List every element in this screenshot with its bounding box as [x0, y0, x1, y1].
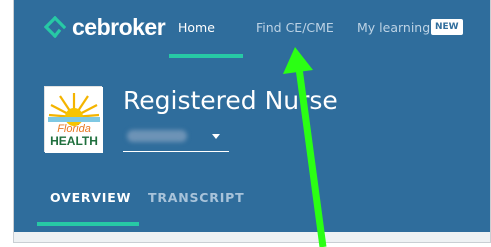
florida-health-logo: Florida HEALTH [44, 86, 103, 153]
content-strip [14, 232, 490, 242]
tab-active-indicator [37, 222, 139, 226]
profile-header: Florida HEALTH Registered Nurse OVERVIEW… [14, 58, 490, 242]
nav-item-home[interactable]: Home [178, 20, 215, 35]
top-navigation-bar: cebroker Home Find CE/CME My learning NE… [14, 0, 490, 58]
new-badge: NEW [431, 19, 463, 35]
profile-title: Registered Nurse [123, 86, 338, 115]
tab-transcript[interactable]: TRANSCRIPT [148, 190, 244, 205]
florida-health-logo-art: Florida HEALTH [45, 87, 103, 153]
license-select-value [127, 130, 187, 142]
chevron-down-icon [212, 134, 220, 139]
logo-text-health: HEALTH [50, 134, 98, 148]
cebroker-logo[interactable]: cebroker [44, 12, 166, 42]
app-frame: cebroker Home Find CE/CME My learning NE… [13, 0, 491, 243]
license-select[interactable] [123, 124, 229, 152]
brand-name: cebroker [72, 13, 166, 40]
cebroker-logo-icon [44, 16, 66, 38]
nav-item-find-ce-cme[interactable]: Find CE/CME [256, 20, 334, 35]
nav-item-my-learning[interactable]: My learning [357, 20, 430, 35]
tab-overview[interactable]: OVERVIEW [50, 190, 131, 205]
